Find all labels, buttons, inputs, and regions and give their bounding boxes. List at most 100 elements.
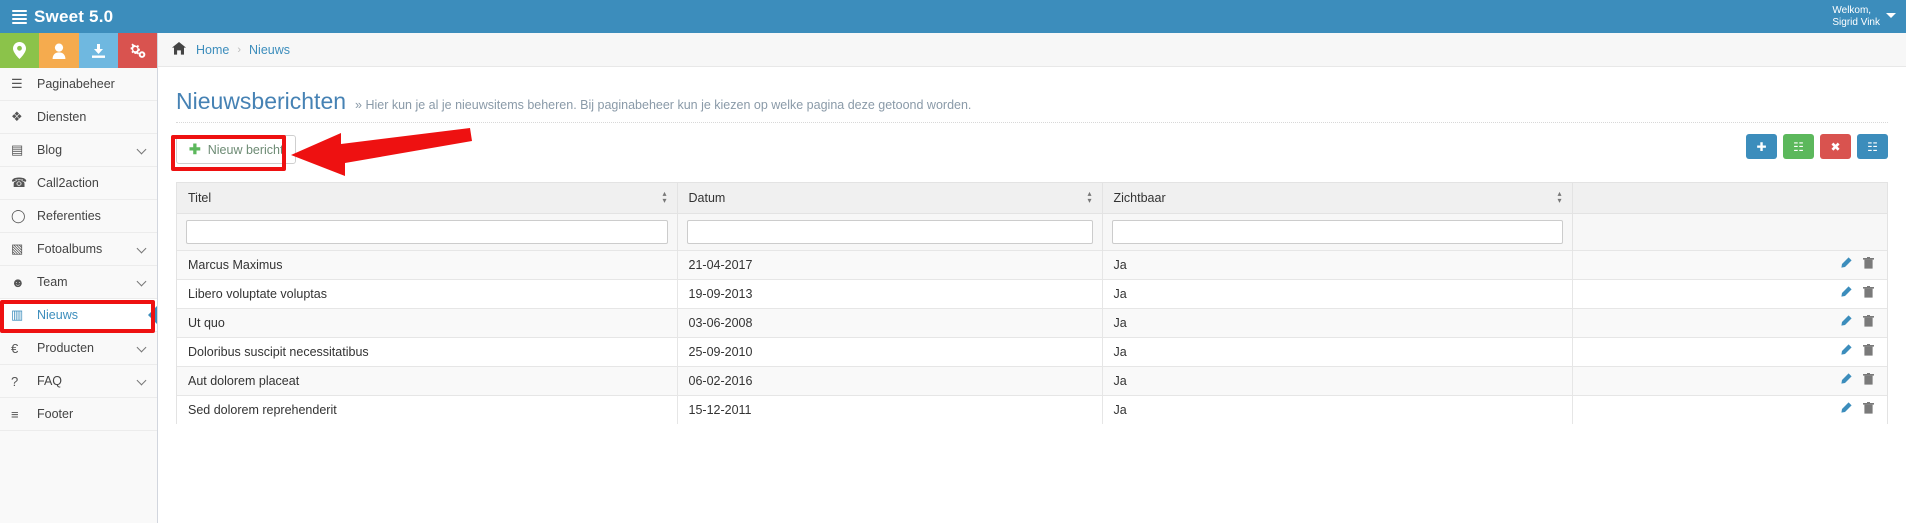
sidebar-item-producten[interactable]: € Producten	[0, 332, 157, 365]
sidebar-item-label: Paginabeheer	[37, 77, 115, 91]
cell-zichtbaar: Ja	[1102, 394, 1573, 424]
question-circle-icon: ?	[11, 373, 19, 389]
cell-zichtbaar: Ja	[1102, 336, 1573, 366]
edit-row-icon[interactable]	[1840, 402, 1852, 417]
top-bar: Sweet 5.0 Welkom, Sigrid Vink	[0, 0, 1906, 33]
list-icon: ≡	[11, 406, 19, 422]
user-greeting: Welkom,	[1832, 4, 1872, 16]
table-filter-body	[177, 212, 1887, 250]
sort-indicator-icon[interactable]: ▴ ▾	[1087, 190, 1091, 205]
delete-button[interactable]: ✖	[1820, 134, 1851, 159]
table-columns-icon: ☷	[1867, 139, 1878, 154]
cogs-icon	[130, 43, 146, 58]
brand-logo[interactable]: Sweet 5.0	[0, 0, 158, 33]
sidebar-item-team[interactable]: ☻ Team	[0, 266, 157, 299]
toolbar: ✚ Nieuw bericht ✚ ☷ ✖ ☷	[158, 122, 1906, 164]
filter-datum-cell	[677, 212, 1103, 250]
filter-datum[interactable]	[686, 219, 1093, 244]
sort-indicator-icon[interactable]: ▴ ▾	[662, 190, 666, 205]
server-stack-icon	[12, 9, 27, 24]
table-row[interactable]: Libero voluptate voluptas 19-09-2013 Ja	[177, 278, 1887, 308]
cell-zichtbaar: Ja	[1102, 278, 1573, 308]
edit-row-icon[interactable]	[1840, 257, 1852, 272]
delete-row-icon[interactable]	[1863, 315, 1874, 330]
users-icon: ☻	[11, 274, 25, 290]
cell-datum: 21-04-2017	[677, 249, 1103, 279]
download-button[interactable]	[78, 33, 118, 68]
sort-indicator-icon[interactable]: ▴ ▾	[1557, 190, 1561, 205]
sidebar-item-faq[interactable]: ? FAQ	[0, 365, 157, 398]
cell-actions	[1572, 307, 1887, 337]
cell-titel: Libero voluptate voluptas	[177, 278, 678, 308]
main-content: Home › Nieuws Nieuwsberichten » Hier kun…	[158, 33, 1906, 523]
news-table: Titel ▴ ▾ Datum ▴ ▾ Zichtbaar ▴ ▾ Marcus Maximus…	[177, 183, 1887, 424]
delete-row-icon[interactable]	[1863, 257, 1874, 272]
delete-row-icon[interactable]	[1863, 373, 1874, 388]
cell-datum: 15-12-2011	[677, 394, 1103, 424]
table-row[interactable]: Aut dolorem placeat 06-02-2016 Ja	[177, 365, 1887, 395]
sidebar-item-referenties[interactable]: ◯ Referenties	[0, 200, 157, 233]
cell-actions	[1572, 336, 1887, 366]
sidebar-item-footer[interactable]: ≡ Footer	[0, 398, 157, 431]
column-header-zichtbaar[interactable]: Zichtbaar ▴ ▾	[1102, 183, 1573, 213]
sidebar-item-blog[interactable]: ▤ Blog	[0, 134, 157, 167]
breadcrumb-current: Nieuws	[249, 42, 291, 57]
cell-datum: 19-09-2013	[677, 278, 1103, 308]
export-excel-button[interactable]: ☷	[1783, 134, 1814, 159]
active-indicator-arrow	[148, 306, 157, 324]
columns-button[interactable]: ☷	[1857, 134, 1888, 159]
brand-title: Sweet 5.0	[34, 6, 114, 26]
location-button[interactable]	[0, 33, 40, 68]
toolbar-icon-buttons: ✚ ☷ ✖ ☷	[1746, 134, 1888, 159]
filter-zichtbaar-cell	[1102, 212, 1573, 250]
user-menu[interactable]: Welkom, Sigrid Vink	[1818, 0, 1906, 33]
sidebar-item-fotoalbums[interactable]: ▧ Fotoalbums	[0, 233, 157, 266]
user-button[interactable]	[39, 33, 79, 68]
settings-button[interactable]	[117, 33, 157, 68]
column-header-datum[interactable]: Datum ▴ ▾	[677, 183, 1103, 213]
cubes-icon: ❖	[11, 109, 23, 124]
sidebar-item-call2action[interactable]: ☎ Call2action	[0, 167, 157, 200]
edit-row-icon[interactable]	[1840, 373, 1852, 388]
edit-row-icon[interactable]	[1840, 286, 1852, 301]
cell-zichtbaar: Ja	[1102, 307, 1573, 337]
breadcrumb-separator: ›	[237, 43, 242, 56]
cell-titel: Ut quo	[177, 307, 678, 337]
user-name: Sigrid Vink	[1832, 16, 1880, 28]
add-button[interactable]: ✚	[1746, 134, 1777, 159]
filter-actions-cell	[1572, 212, 1887, 250]
cell-datum: 03-06-2008	[677, 307, 1103, 337]
news-table-wrapper: Titel ▴ ▾ Datum ▴ ▾ Zichtbaar ▴ ▾ Marcus Maximus…	[176, 182, 1888, 424]
filter-zichtbaar[interactable]	[1111, 219, 1563, 244]
cell-titel: Sed dolorem reprehenderit	[177, 394, 678, 424]
cell-actions	[1572, 249, 1887, 279]
times-icon: ✖	[1830, 139, 1841, 154]
sidebar-item-diensten[interactable]: ❖ Diensten	[0, 101, 157, 134]
download-icon	[91, 43, 105, 58]
comment-icon: ◯	[11, 208, 26, 223]
file-excel-icon: ☷	[1793, 139, 1804, 154]
bullhorn-phone-icon: ☎	[11, 175, 28, 190]
sidebar-item-label: Diensten	[37, 110, 87, 124]
sidebar-item-paginabeheer[interactable]: ☰ Paginabeheer	[0, 68, 157, 101]
breadcrumb-home[interactable]: Home	[196, 43, 229, 57]
table-row[interactable]: Marcus Maximus 21-04-2017 Ja	[177, 249, 1887, 279]
new-bericht-button[interactable]: ✚ Nieuw bericht	[176, 135, 297, 164]
column-header-titel[interactable]: Titel ▴ ▾	[177, 183, 678, 213]
table-row[interactable]: Doloribus suscipit necessitatibus 25-09-2…	[177, 336, 1887, 366]
delete-row-icon[interactable]	[1863, 286, 1874, 301]
delete-row-icon[interactable]	[1863, 402, 1874, 417]
filter-titel[interactable]	[186, 219, 668, 244]
delete-row-icon[interactable]	[1863, 344, 1874, 359]
table-row[interactable]: Sed dolorem reprehenderit 15-12-2011 Ja	[177, 394, 1887, 424]
cell-zichtbaar: Ja	[1102, 365, 1573, 395]
sidebar-item-label: Nieuws	[37, 308, 78, 322]
plus-icon: ✚	[189, 141, 201, 157]
column-header-label: Titel	[188, 190, 212, 205]
edit-row-icon[interactable]	[1840, 344, 1852, 359]
cell-zichtbaar: Ja	[1102, 249, 1573, 279]
sidebar-item-nieuws[interactable]: ▥ Nieuws	[0, 299, 157, 332]
table-body: Marcus Maximus 21-04-2017 Ja Libero volupta…	[177, 249, 1887, 424]
table-row[interactable]: Ut quo 03-06-2008 Ja	[177, 307, 1887, 337]
edit-row-icon[interactable]	[1840, 315, 1852, 330]
